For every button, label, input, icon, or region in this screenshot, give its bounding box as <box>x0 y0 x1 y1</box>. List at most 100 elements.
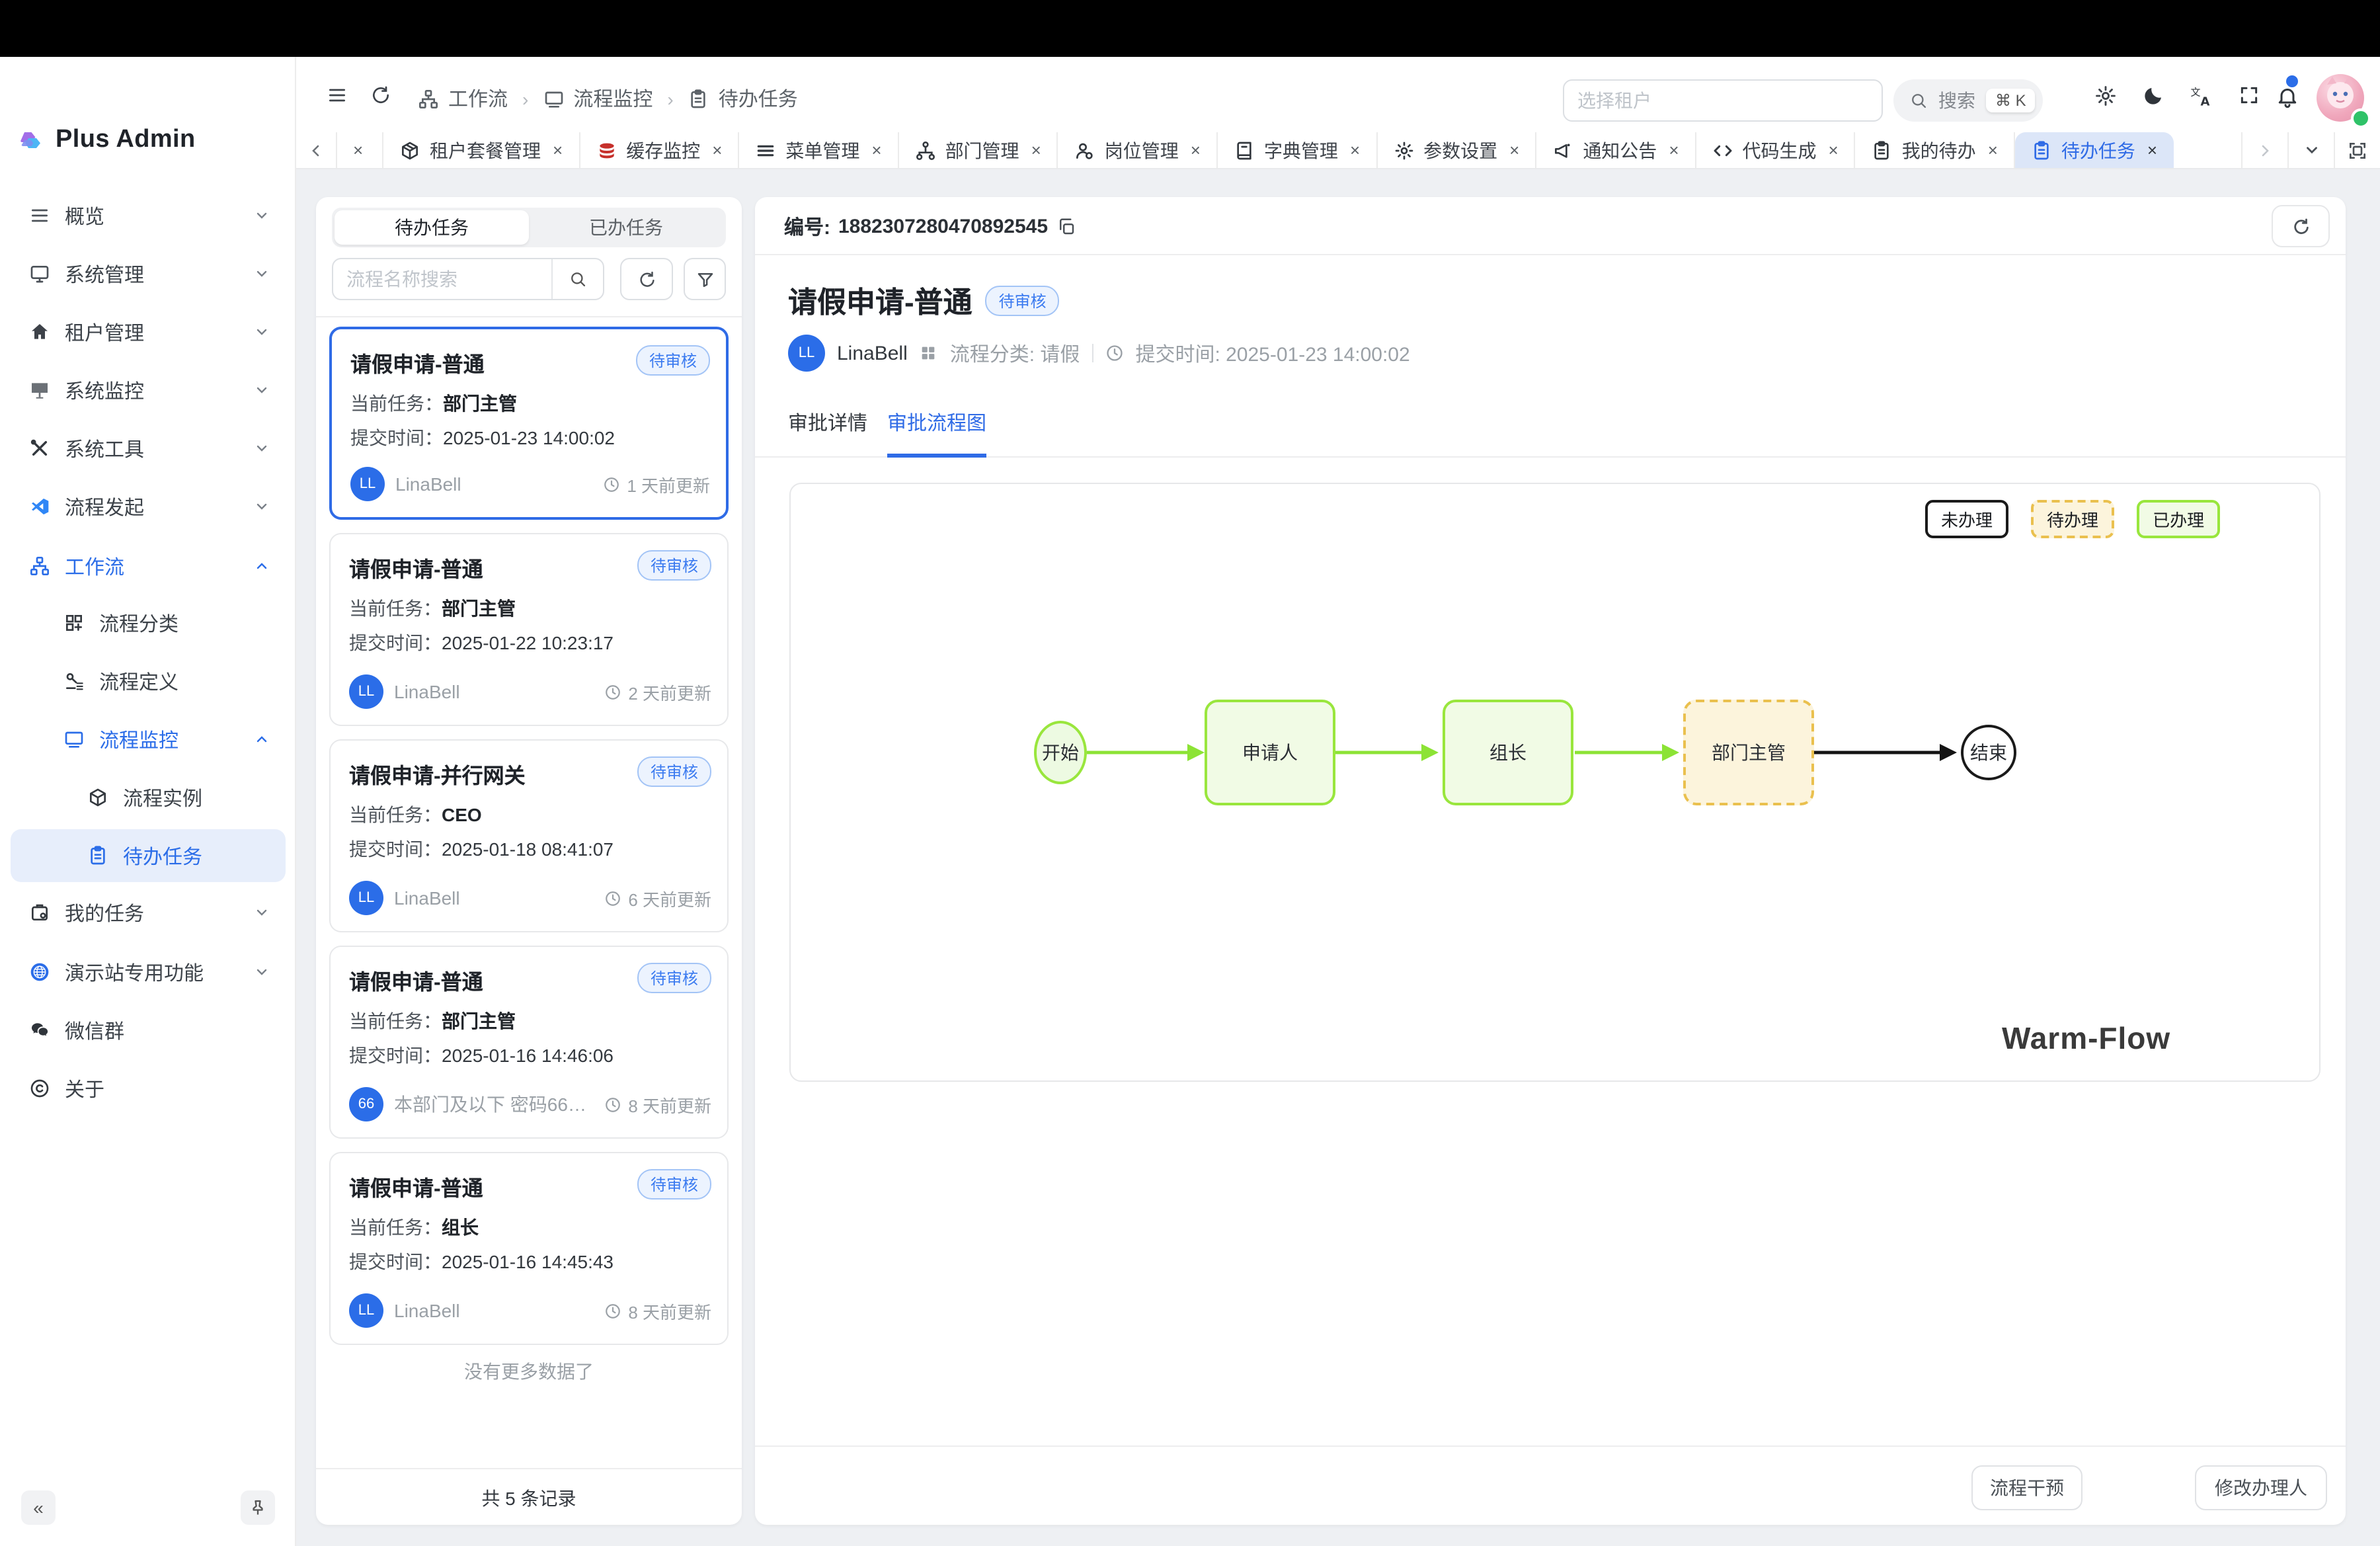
task-card[interactable]: 请假申请-普通 待审核 当前任务：部门主管 提交时间：2025-01-16 14… <box>329 946 729 1139</box>
tab-approval-diagram[interactable]: 审批流程图 <box>887 409 986 458</box>
flow-diagram-canvas[interactable]: 未办理 待办理 已办理 开始 申请人 组长 部门主管 结束 Warm-Flow <box>789 483 2320 1082</box>
tab-dict-mgmt[interactable]: 字典管理× <box>1218 132 1377 168</box>
content-fullscreen-button[interactable] <box>2334 132 2380 168</box>
segment-todo[interactable]: 待办任务 <box>335 210 529 245</box>
flow-name-search <box>332 258 604 300</box>
list-filter-button[interactable] <box>684 258 726 300</box>
tabs-scroll-left-button[interactable] <box>296 132 337 168</box>
close-icon[interactable]: × <box>1829 140 1839 160</box>
tab-approval-detail[interactable]: 审批详情 <box>788 409 867 456</box>
sidebar-collapse-button[interactable]: « <box>21 1490 56 1525</box>
notifications-button[interactable] <box>2276 85 2299 108</box>
close-icon[interactable]: × <box>1669 140 1679 160</box>
sidebar-item-flow-start[interactable]: 流程发起 <box>11 480 286 533</box>
sidebar-item-flow-instance[interactable]: 流程实例 <box>11 771 286 824</box>
user-name: LinaBell <box>394 887 460 909</box>
global-search-button[interactable]: 搜索 ⌘ K <box>1893 79 2043 122</box>
tabs-dropdown-button[interactable] <box>2287 132 2334 168</box>
card-footer: LL LinaBell 1 天前更新 <box>350 467 710 501</box>
app-logo[interactable]: Plus Admin <box>19 126 196 155</box>
chevron-down-icon <box>2303 142 2320 159</box>
sidebar-item-demo-features[interactable]: 演示站专用功能 <box>11 946 286 998</box>
sidebar-item-system-monitor[interactable]: 系统监控 <box>11 364 286 417</box>
close-icon[interactable]: × <box>1988 140 1998 160</box>
sidebar-item-flow-definition[interactable]: 流程定义 <box>11 655 286 708</box>
close-icon[interactable]: × <box>1191 140 1201 160</box>
tab-my-todo[interactable]: 我的待办× <box>1856 132 2015 168</box>
header: 工作流 › 流程监控 › 待办任务 搜索 ⌘ K 文A <box>296 57 2380 132</box>
content-fullscreen-icon <box>2347 140 2368 161</box>
tab-post-mgmt[interactable]: 岗位管理× <box>1058 132 1218 168</box>
hamburger-menu-button[interactable] <box>327 85 348 106</box>
tab-todo-tasks[interactable]: 待办任务 × <box>2015 132 2173 168</box>
tools-icon <box>29 438 50 459</box>
task-card[interactable]: 请假申请-普通 待审核 当前任务：部门主管 提交时间：2025-01-23 14… <box>329 327 729 520</box>
copy-icon[interactable] <box>1056 217 1076 237</box>
detail-refresh-button[interactable] <box>2272 205 2330 247</box>
close-icon[interactable]: × <box>2147 140 2157 160</box>
flow-name-search-input[interactable] <box>333 268 551 290</box>
card-footer: 66 本部门及以下 密码666… 8 天前更新 <box>349 1087 711 1121</box>
tab-dept-mgmt[interactable]: 部门管理 × <box>899 132 1058 168</box>
tab-label: 通知公告 <box>1583 137 1657 163</box>
flow-node-start[interactable]: 开始 <box>1034 721 1087 784</box>
flow-node-end[interactable]: 结束 <box>1961 725 2016 780</box>
clock-icon <box>604 889 621 907</box>
close-icon[interactable]: × <box>1509 140 1519 160</box>
refresh-page-button[interactable] <box>370 85 391 106</box>
tab-code-gen[interactable]: 代码生成× <box>1696 132 1856 168</box>
sidebar-item-about[interactable]: 关于 <box>11 1062 286 1115</box>
flow-node-dept-manager[interactable]: 部门主管 <box>1683 700 1814 805</box>
tabs-scroll-right-button[interactable] <box>2241 132 2287 168</box>
breadcrumb-item-flow-monitor[interactable]: 流程监控 <box>573 85 653 112</box>
fullscreen-button[interactable] <box>2239 85 2260 106</box>
close-icon[interactable]: × <box>712 140 722 160</box>
tab-label: 部门管理 <box>945 137 1019 163</box>
change-assignee-button[interactable]: 修改办理人 <box>2195 1465 2327 1510</box>
close-icon[interactable]: × <box>871 140 881 160</box>
package-icon <box>399 140 420 161</box>
chevron-down-icon <box>254 499 270 514</box>
clipboard-icon <box>688 88 709 109</box>
close-icon[interactable]: × <box>1031 140 1041 160</box>
tab-label: 待办任务 <box>2061 137 2135 163</box>
flow-node-applicant[interactable]: 申请人 <box>1205 700 1335 805</box>
sidebar-item-todo-tasks[interactable]: 待办任务 <box>11 829 286 882</box>
breadcrumb-item-workflow[interactable]: 工作流 <box>448 85 508 112</box>
settings-button[interactable] <box>2094 85 2117 107</box>
tenant-select-input[interactable] <box>1563 79 1883 122</box>
sidebar-pin-button[interactable] <box>241 1490 275 1525</box>
task-card[interactable]: 请假申请-并行网关 待审核 当前任务：CEO 提交时间：2025-01-18 0… <box>329 739 729 932</box>
process-intervene-button[interactable]: 流程干预 <box>1971 1465 2082 1510</box>
dark-mode-button[interactable] <box>2142 85 2164 107</box>
segment-done[interactable]: 已办任务 <box>529 210 723 245</box>
close-icon[interactable]: × <box>1350 140 1360 160</box>
sidebar-item-overview[interactable]: 概览 <box>11 189 286 242</box>
sidebar-item-flow-category[interactable]: 流程分类 <box>11 596 286 649</box>
updated-time: 8 天前更新 <box>604 1092 711 1117</box>
close-icon[interactable]: × <box>553 140 563 160</box>
tab-clipped[interactable]: × <box>337 132 383 168</box>
tab-param-settings[interactable]: 参数设置× <box>1377 132 1536 168</box>
tab-notice[interactable]: 通知公告 × <box>1536 132 1696 168</box>
sidebar-item-wechat-group[interactable]: 微信群 <box>11 1004 286 1057</box>
sidebar-item-tenant-mgmt[interactable]: 租户管理 <box>11 305 286 358</box>
moon-icon <box>2142 85 2164 107</box>
sidebar-item-flow-monitor[interactable]: 流程监控 <box>11 713 286 766</box>
flow-node-group-leader[interactable]: 组长 <box>1443 700 1573 805</box>
sidebar-item-workflow[interactable]: 工作流 <box>11 540 286 592</box>
breadcrumb-item-todo-tasks[interactable]: 待办任务 <box>719 85 798 112</box>
sidebar-item-system-mgmt[interactable]: 系统管理 <box>11 247 286 300</box>
task-card[interactable]: 请假申请-普通 待审核 当前任务：部门主管 提交时间：2025-01-22 10… <box>329 533 729 726</box>
tab-cache-monitor[interactable]: 缓存监控× <box>580 132 739 168</box>
task-card[interactable]: 请假申请-普通 待审核 当前任务：组长 提交时间：2025-01-16 14:4… <box>329 1152 729 1345</box>
search-submit-button[interactable] <box>551 259 603 299</box>
language-button[interactable]: 文A <box>2190 85 2213 108</box>
sidebar-item-system-tools[interactable]: 系统工具 <box>11 422 286 475</box>
close-icon[interactable]: × <box>353 140 363 160</box>
sidebar-item-label: 我的任务 <box>65 899 144 926</box>
list-reset-button[interactable] <box>620 258 673 300</box>
sidebar-item-my-tasks[interactable]: 我的任务 <box>11 886 286 939</box>
tab-menu-mgmt[interactable]: 菜单管理× <box>739 132 898 168</box>
tab-tenant-package[interactable]: 租户套餐管理× <box>383 132 580 168</box>
